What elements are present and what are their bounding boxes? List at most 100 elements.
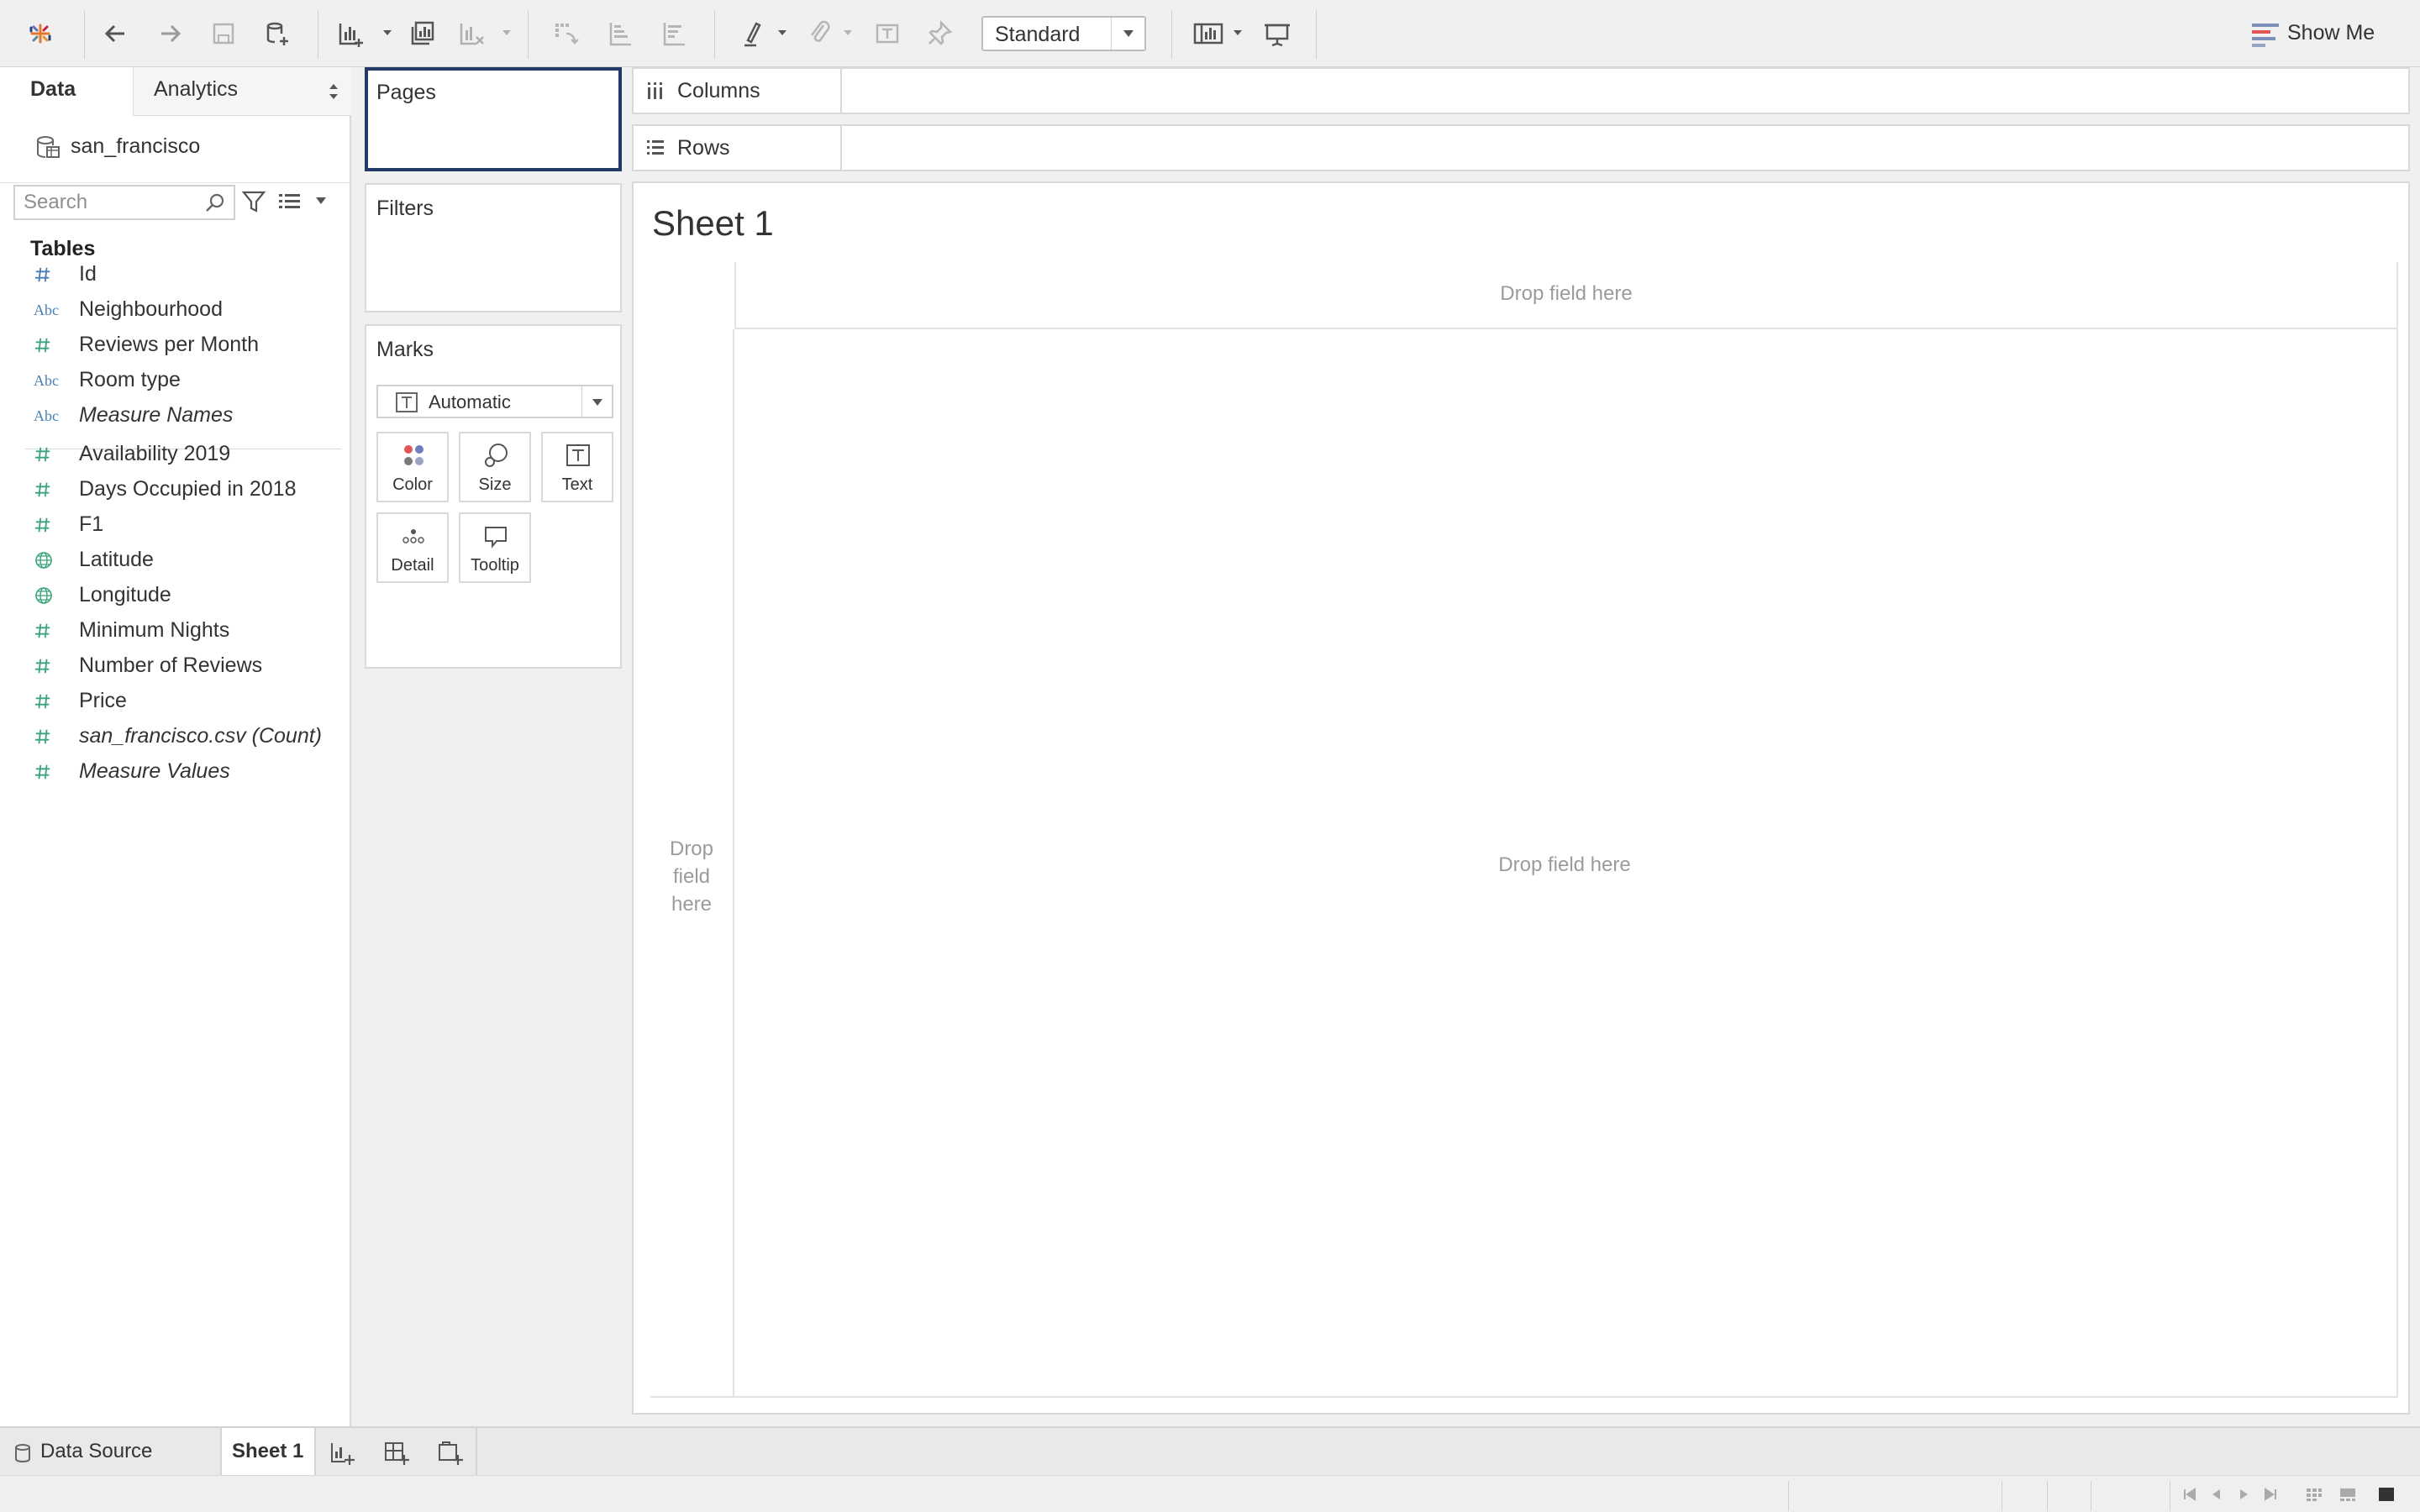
new-story-tab-icon[interactable] <box>435 1438 466 1468</box>
sheet-tab-bar: Data Source Sheet 1 <box>0 1426 2420 1477</box>
database-icon <box>15 1444 30 1463</box>
new-worksheet-caret-icon[interactable] <box>381 27 393 39</box>
field-item[interactable]: Abc Measure Names <box>0 398 351 433</box>
sort-descending-icon[interactable] <box>655 15 692 52</box>
cards-icon[interactable] <box>1190 15 1227 52</box>
last-sheet-icon[interactable] <box>2262 1486 2279 1503</box>
tab-data[interactable]: Data <box>0 67 133 116</box>
pages-title: Pages <box>376 81 436 104</box>
field-item[interactable]: Longitude <box>0 578 351 613</box>
field-item[interactable]: Abc Neighbourhood <box>0 292 351 328</box>
detail-label: Detail <box>391 556 434 575</box>
filmstrip-icon[interactable] <box>2339 1486 2356 1503</box>
search-box[interactable] <box>13 185 235 220</box>
hash-icon <box>34 618 66 643</box>
highlight-caret-icon[interactable] <box>776 27 788 39</box>
abc-icon: Abc <box>34 407 59 424</box>
field-item[interactable]: san_francisco.csv (Count) <box>0 719 351 754</box>
rows-label: Rows <box>677 136 730 160</box>
field-item[interactable]: Latitude <box>0 543 351 578</box>
tooltip-button[interactable]: Tooltip <box>459 512 531 583</box>
cards-caret-icon[interactable] <box>1232 27 1244 39</box>
toolbar: Standard Show Me <box>0 0 2420 67</box>
field-item[interactable]: Number of Reviews <box>0 648 351 684</box>
tab-analytics[interactable]: Analytics <box>133 67 351 116</box>
tabs-view-icon[interactable] <box>2378 1486 2395 1503</box>
field-item[interactable]: F1 <box>0 507 351 543</box>
mark-type-value: Automatic <box>429 391 511 412</box>
group-icon[interactable] <box>800 15 837 52</box>
filters-shelf[interactable]: Filters <box>365 183 622 312</box>
search-input[interactable] <box>24 190 192 215</box>
size-button[interactable]: Size <box>459 432 531 502</box>
drop-zone-rows[interactable]: Drop field here <box>650 329 734 1398</box>
up-down-arrows-icon[interactable] <box>328 81 339 102</box>
detail-icon <box>402 529 424 543</box>
tab-sheet-1[interactable]: Sheet 1 <box>220 1428 316 1477</box>
pages-shelf[interactable]: Pages <box>365 67 622 171</box>
sheet-sorter-icon[interactable] <box>2306 1486 2323 1503</box>
field-item[interactable]: Measure Values <box>0 754 351 790</box>
detail-button[interactable]: Detail <box>376 512 449 583</box>
size-icon <box>485 444 508 467</box>
field-item[interactable]: Reviews per Month <box>0 328 351 363</box>
presentation-icon[interactable] <box>1259 15 1296 52</box>
search-icon[interactable] <box>203 192 227 215</box>
clear-sheet-icon[interactable] <box>454 15 491 52</box>
field-item[interactable]: Days Occupied in 2018 <box>0 472 351 507</box>
datasource-item[interactable]: san_francisco <box>0 116 351 183</box>
pin-icon[interactable] <box>921 15 958 52</box>
show-me-label: Show Me <box>2287 21 2375 45</box>
field-name: Reviews per Month <box>79 333 259 356</box>
filter-icon[interactable] <box>240 188 267 215</box>
color-label: Color <box>392 475 433 494</box>
color-button[interactable]: Color <box>376 432 449 502</box>
columns-shelf[interactable]: Columns <box>632 67 2410 114</box>
field-item[interactable]: Minimum Nights <box>0 613 351 648</box>
duplicate-sheet-icon[interactable] <box>403 15 440 52</box>
drop-hint-main: Drop field here <box>1498 853 1631 876</box>
clear-sheet-caret-icon[interactable] <box>501 27 513 39</box>
chevron-down-icon[interactable] <box>314 195 328 207</box>
field-item[interactable]: Price <box>0 684 351 719</box>
swap-icon[interactable] <box>548 15 585 52</box>
tableau-logo-icon[interactable] <box>22 15 59 52</box>
field-name: F1 <box>79 512 104 536</box>
drop-zone-main[interactable]: Drop field here <box>734 329 2398 1398</box>
field-item[interactable]: Availability 2019 <box>0 437 351 472</box>
chevron-down-icon[interactable] <box>581 386 612 417</box>
field-item[interactable]: Abc Room type <box>0 363 351 398</box>
new-worksheet-icon[interactable] <box>333 15 370 52</box>
rows-shelf[interactable]: Rows <box>632 124 2410 171</box>
field-name: Latitude <box>79 548 154 571</box>
sheet-title[interactable]: Sheet 1 <box>652 203 774 244</box>
undo-icon[interactable] <box>97 15 134 52</box>
worksheet-view: Sheet 1 Drop field here Drop field here … <box>632 181 2410 1415</box>
redo-icon[interactable] <box>151 15 188 52</box>
field-item[interactable]: Id <box>0 257 351 292</box>
tab-data-label: Data <box>30 77 76 101</box>
labels-icon[interactable] <box>869 15 906 52</box>
drop-zone-columns[interactable]: Drop field here <box>734 262 2398 329</box>
data-pane: Data Analytics san_francisco Tables IdAb… <box>0 67 351 1426</box>
list-view-icon[interactable] <box>277 190 302 213</box>
save-icon[interactable] <box>205 15 242 52</box>
fit-select[interactable]: Standard <box>981 16 1146 51</box>
hash-icon <box>34 333 66 358</box>
new-dashboard-tab-icon[interactable] <box>381 1438 412 1468</box>
sort-ascending-icon[interactable] <box>602 15 639 52</box>
mark-type-select[interactable]: Automatic <box>376 385 613 418</box>
highlight-icon[interactable] <box>734 15 771 52</box>
chevron-down-icon[interactable] <box>1111 18 1144 50</box>
group-caret-icon[interactable] <box>842 27 854 39</box>
hash-icon <box>34 759 66 785</box>
new-worksheet-tab-icon[interactable] <box>328 1438 358 1468</box>
show-me-button[interactable]: Show Me <box>2245 15 2405 52</box>
previous-sheet-icon[interactable] <box>2208 1486 2225 1503</box>
tab-data-source[interactable]: Data Source <box>0 1428 218 1477</box>
next-sheet-icon[interactable] <box>2235 1486 2252 1503</box>
first-sheet-icon[interactable] <box>2181 1486 2198 1503</box>
rows-icon <box>647 140 664 155</box>
new-datasource-icon[interactable] <box>259 15 296 52</box>
text-button[interactable]: Text <box>541 432 613 502</box>
